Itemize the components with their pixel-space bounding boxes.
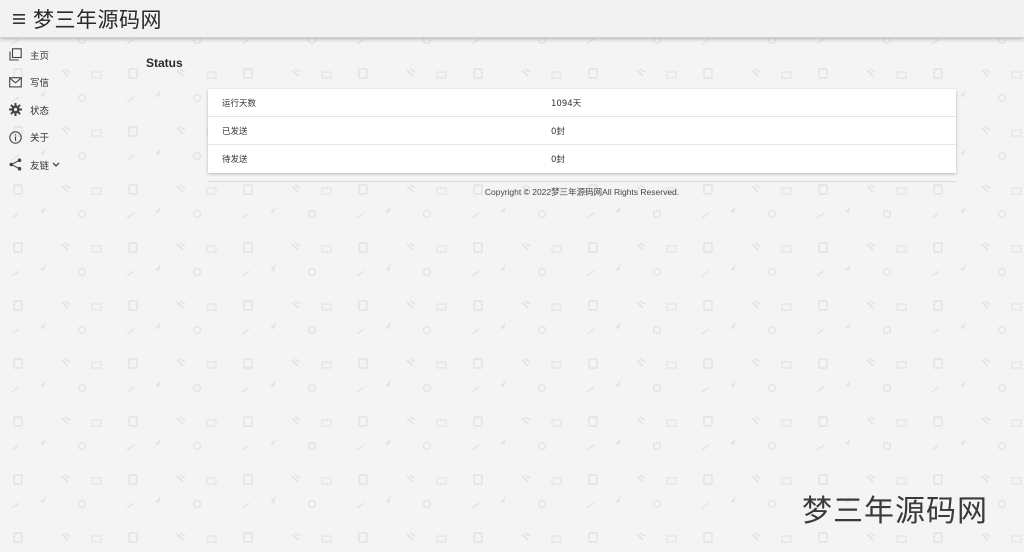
app-title: 梦三年源码网 — [33, 7, 162, 32]
table-row: 运行天数 1094天 — [208, 89, 956, 117]
page-title: Status — [146, 56, 183, 70]
nav-item-label: 关于 — [30, 133, 50, 145]
status-card: 运行天数 1094天 已发送 0封 待发送 0封 — [208, 89, 956, 173]
nav-item-write[interactable]: 写信 — [0, 69, 120, 97]
mail-icon — [8, 75, 22, 89]
app-bar: 梦三年源码网 — [0, 0, 1024, 38]
nav-item-label: 状态 — [30, 105, 50, 117]
table-row: 已发送 0封 — [208, 117, 956, 145]
footer-copyright: Copyright © 2022梦三年源码网All Rights Reserve… — [484, 187, 680, 197]
share-icon — [8, 158, 22, 172]
footer-divider — [208, 181, 956, 182]
background-pattern — [0, 0, 1024, 552]
row-value: 0封 — [551, 155, 565, 165]
nav-item-label: 写信 — [30, 78, 50, 90]
row-key: 已发送 — [222, 126, 248, 137]
hamburger-icon — [13, 13, 25, 24]
menu-button[interactable] — [10, 10, 28, 28]
sidebar-nav: 主页 写信 状态 关于 友链 — [0, 41, 120, 179]
pages-icon — [8, 48, 22, 62]
info-icon — [8, 130, 22, 144]
watermark-text: 梦三年源码网 — [802, 494, 988, 529]
chevron-down-icon — [52, 162, 60, 168]
nav-item-status[interactable]: 状态 — [0, 96, 120, 124]
nav-item-home[interactable]: 主页 — [0, 41, 120, 69]
gear-icon — [8, 103, 22, 117]
row-value: 1094天 — [551, 98, 582, 109]
row-key: 运行天数 — [222, 98, 257, 109]
row-value: 0封 — [551, 126, 565, 137]
table-row: 待发送 0封 — [208, 145, 956, 173]
nav-item-about[interactable]: 关于 — [0, 124, 120, 152]
nav-item-label: 主页 — [30, 50, 50, 62]
row-key: 待发送 — [222, 155, 248, 165]
nav-item-links[interactable]: 友链 — [0, 151, 120, 179]
nav-item-label: 友链 — [30, 160, 50, 172]
